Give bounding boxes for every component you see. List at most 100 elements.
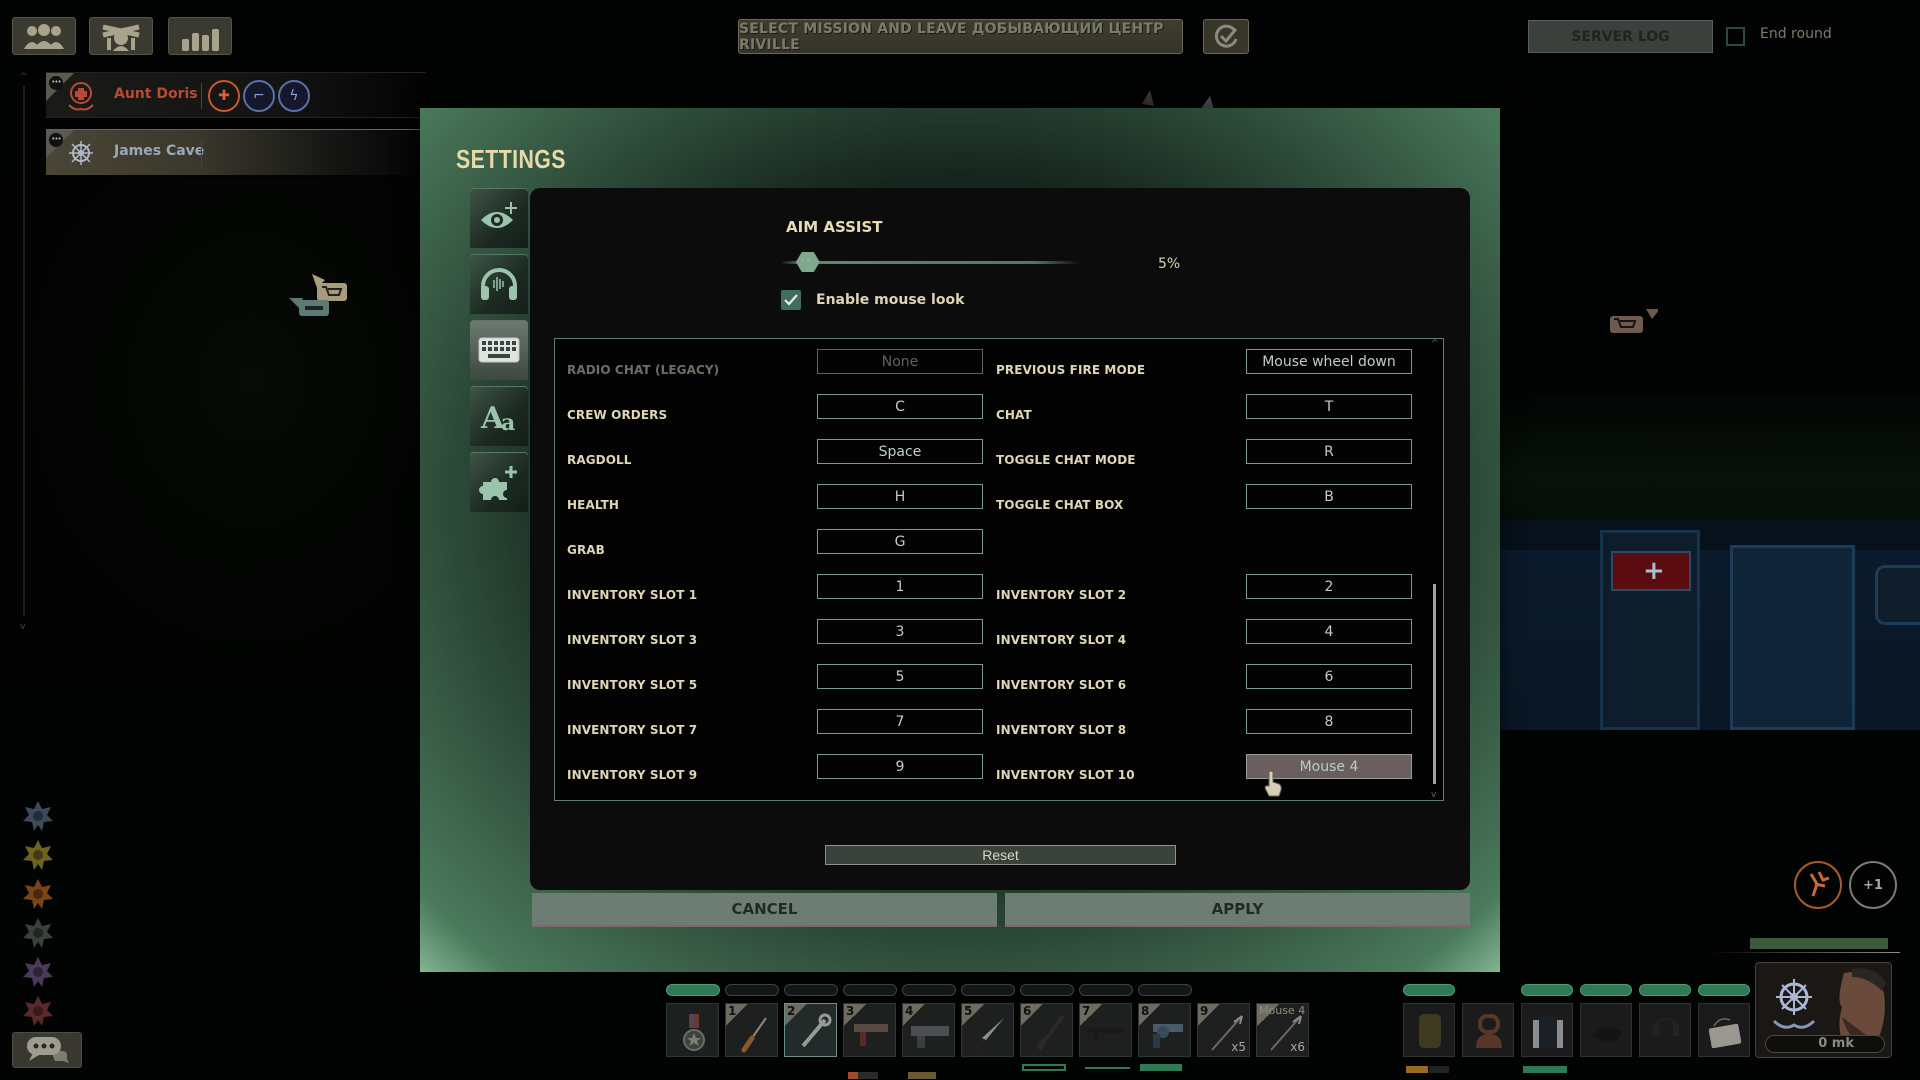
keybinding-row: CREW ORDERS C CHAT T bbox=[555, 394, 1435, 434]
slot-condition-bar bbox=[1020, 984, 1074, 996]
hotbar-slot[interactable]: 4 bbox=[902, 1003, 955, 1057]
end-round-checkbox[interactable] bbox=[1726, 27, 1745, 46]
equipment-slot-backpack[interactable] bbox=[1403, 1003, 1455, 1057]
reset-button[interactable]: Reset bbox=[825, 845, 1176, 865]
keybinding-label: TOGGLE CHAT MODE bbox=[996, 453, 1136, 467]
hotbar-slot[interactable] bbox=[666, 1003, 719, 1057]
store-marker-right[interactable] bbox=[1608, 307, 1660, 341]
keybinding-key-button[interactable]: 3 bbox=[817, 619, 983, 644]
keybinding-key-button[interactable]: 9 bbox=[817, 754, 983, 779]
health-bar bbox=[1750, 938, 1888, 949]
settings-dialog: SETTINGS A a AIM ASSIST ‹ › 5% Enable mo… bbox=[420, 108, 1500, 972]
crew-icon bbox=[24, 24, 64, 49]
keybinding-label: INVENTORY SLOT 7 bbox=[567, 723, 698, 737]
supply-cabinet bbox=[1730, 545, 1855, 730]
keybinding-label: INVENTORY SLOT 5 bbox=[567, 678, 698, 692]
tab-menu-stats-button[interactable] bbox=[168, 17, 232, 55]
crew-list-button[interactable] bbox=[12, 17, 76, 55]
tab-language[interactable]: A a bbox=[470, 386, 528, 446]
keybinding-label: HEALTH bbox=[567, 498, 620, 512]
keybinding-key-button[interactable]: 4 bbox=[1246, 619, 1412, 644]
talent-tree-grey-icon[interactable] bbox=[22, 917, 54, 949]
crew-member-james-cave[interactable]: ••• James Cave bbox=[46, 129, 426, 175]
affliction-button[interactable] bbox=[1794, 861, 1842, 909]
tab-graphics[interactable] bbox=[470, 188, 528, 248]
keybinding-key-button[interactable]: 1 bbox=[817, 574, 983, 599]
keybinding-key-button[interactable]: None bbox=[817, 349, 983, 374]
slot-key-label: 2 bbox=[785, 1004, 807, 1026]
scroll-up-icon[interactable]: ^ bbox=[20, 72, 28, 82]
apply-button[interactable]: APPLY bbox=[1005, 893, 1470, 927]
cancel-button[interactable]: CANCEL bbox=[532, 893, 997, 927]
keybinding-key-button[interactable]: Mouse wheel down bbox=[1246, 349, 1412, 374]
select-mission-button[interactable]: SELECT MISSION AND LEAVE ДОБЫВАЮЩИЙ ЦЕНТ… bbox=[738, 19, 1183, 54]
hotbar-slot[interactable]: 2 bbox=[784, 1003, 837, 1057]
hotbar-slot[interactable]: Mouse 4 x6 bbox=[1256, 1003, 1310, 1057]
hotbar-slot[interactable]: 1 bbox=[725, 1003, 778, 1057]
keybinding-key-button[interactable]: 2 bbox=[1246, 574, 1412, 599]
more-afflictions-indicator[interactable]: +1 bbox=[1849, 861, 1897, 909]
keybinding-key-button[interactable]: C bbox=[817, 394, 983, 419]
ready-button[interactable] bbox=[1203, 19, 1249, 54]
equipment-slot-helmet[interactable] bbox=[1462, 1003, 1514, 1057]
keybinding-key-button[interactable]: Space bbox=[817, 439, 983, 464]
command-interface-button[interactable] bbox=[89, 17, 153, 55]
crew-list-scrollbar[interactable]: ^ v bbox=[20, 72, 28, 632]
slider-thumb[interactable]: ‹ › bbox=[795, 252, 820, 272]
equipment-slot-id-card[interactable] bbox=[1698, 1003, 1750, 1057]
medic-job-icon bbox=[64, 79, 98, 113]
room-wall bbox=[1500, 550, 1920, 730]
slot-condition-bar bbox=[666, 984, 720, 996]
enable-mouse-look-checkbox[interactable] bbox=[781, 290, 801, 310]
hotbar-slot[interactable]: 6 bbox=[1020, 1003, 1073, 1057]
keybinding-key-button[interactable]: H bbox=[817, 484, 983, 509]
slot-condition-bar bbox=[1403, 984, 1455, 996]
keybinding-key-button[interactable]: T bbox=[1246, 394, 1412, 419]
scroll-up-icon[interactable]: ^ bbox=[1431, 339, 1439, 349]
keybinding-key-button[interactable]: R bbox=[1246, 439, 1412, 464]
hotbar-slot[interactable]: 9 x5 bbox=[1197, 1003, 1250, 1057]
talent-tree-blue-icon[interactable] bbox=[22, 800, 54, 832]
equipment-slot-headset[interactable] bbox=[1639, 1003, 1691, 1057]
keybinding-key-button[interactable]: B bbox=[1246, 484, 1412, 509]
store-marker[interactable] bbox=[287, 268, 357, 322]
medical-cross-icon: + bbox=[1643, 556, 1665, 586]
hotbar-slot[interactable]: 3 bbox=[843, 1003, 896, 1057]
electric-icon[interactable]: ϟ bbox=[278, 80, 310, 112]
money-display: 0 mk bbox=[1765, 1035, 1885, 1053]
talent-tree-purple-icon[interactable] bbox=[22, 956, 54, 988]
equipment-slot-body-armor[interactable] bbox=[1521, 1003, 1573, 1057]
mechanic-icon[interactable]: ⌐ bbox=[243, 80, 275, 112]
more-options-icon[interactable]: ••• bbox=[49, 133, 63, 147]
hotbar-slot[interactable]: 5 bbox=[961, 1003, 1014, 1057]
chat-button[interactable] bbox=[12, 1032, 82, 1068]
keybinding-key-button[interactable]: 6 bbox=[1246, 664, 1412, 689]
talent-tree-yellow-icon[interactable] bbox=[22, 839, 54, 871]
aim-assist-label: AIM ASSIST bbox=[786, 218, 883, 236]
tab-controls[interactable] bbox=[470, 320, 528, 380]
equipment-slot-cap[interactable] bbox=[1580, 1003, 1632, 1057]
hotbar-slot[interactable]: 8 bbox=[1138, 1003, 1191, 1057]
keybinding-key-button[interactable]: 5 bbox=[817, 664, 983, 689]
medical-diamond-icon[interactable]: ✚ bbox=[208, 80, 240, 112]
keybinding-label: PREVIOUS FIRE MODE bbox=[996, 363, 1146, 377]
keybinding-row: RAGDOLL Space TOGGLE CHAT MODE R bbox=[555, 439, 1435, 479]
keybinding-label: INVENTORY SLOT 8 bbox=[996, 723, 1127, 737]
body-armor-icon bbox=[1533, 1016, 1563, 1048]
condition-bar bbox=[1406, 1066, 1428, 1073]
tab-audio[interactable] bbox=[470, 254, 528, 314]
aim-assist-slider[interactable]: ‹ › bbox=[780, 252, 1080, 272]
keybinding-key-button[interactable]: 7 bbox=[817, 709, 983, 734]
keybinding-key-button[interactable]: G bbox=[817, 529, 983, 554]
talent-tree-orange-icon[interactable] bbox=[22, 878, 54, 910]
keybinding-label: RADIO CHAT (LEGACY) bbox=[567, 363, 720, 377]
slot-condition-bar bbox=[1639, 984, 1691, 996]
keybinding-key-button[interactable]: 8 bbox=[1246, 709, 1412, 734]
tab-mods[interactable] bbox=[470, 452, 528, 512]
hotbar-slot[interactable]: 7 bbox=[1079, 1003, 1132, 1057]
server-log-button[interactable]: SERVER LOG bbox=[1528, 20, 1713, 53]
crew-member-aunt-doris[interactable]: ••• Aunt Doris ✚ ⌐ ϟ bbox=[46, 72, 426, 118]
scroll-down-icon[interactable]: v bbox=[20, 622, 25, 632]
more-options-icon[interactable]: ••• bbox=[49, 76, 63, 90]
talent-tree-red-icon[interactable] bbox=[22, 995, 54, 1027]
